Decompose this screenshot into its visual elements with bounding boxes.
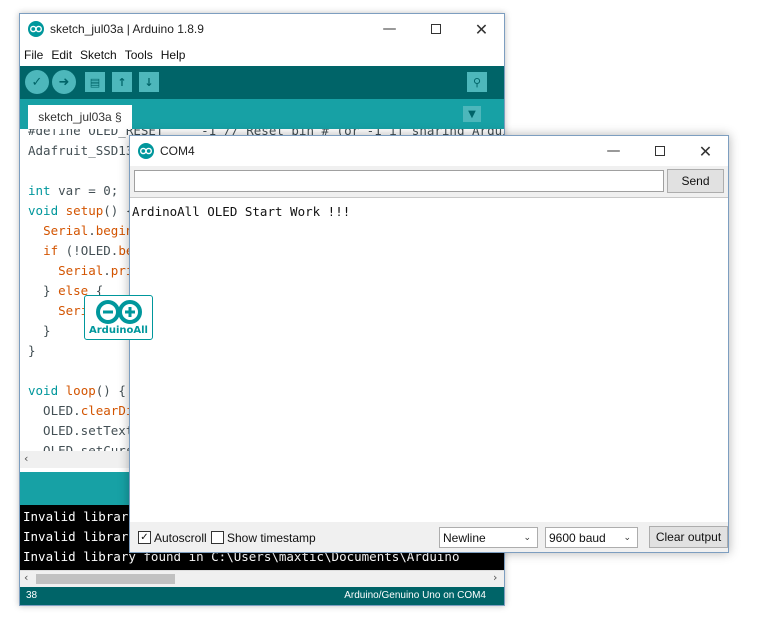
code-token: () {	[95, 383, 126, 398]
minimize-button[interactable]: —	[367, 14, 412, 44]
autoscroll-label: Autoscroll	[154, 531, 207, 545]
maximize-icon	[430, 24, 441, 34]
open-button[interactable]: ↑	[112, 72, 132, 92]
code-line: void setup() {	[28, 203, 133, 218]
console-horizontal-scrollbar[interactable]: ‹ ›	[20, 570, 504, 587]
code-token: OLED.	[28, 403, 81, 418]
menu-help[interactable]: Help	[157, 48, 190, 62]
new-icon: ▤	[89, 75, 101, 89]
ide-title-bar[interactable]: sketch_jul03a | Arduino 1.8.9 — ✕	[20, 14, 504, 44]
menu-sketch[interactable]: Sketch	[76, 48, 121, 62]
minimize-button[interactable]: —	[591, 136, 636, 166]
menu-file[interactable]: File	[20, 48, 47, 62]
code-token: .	[103, 263, 111, 278]
menu-bar: File Edit Sketch Tools Help	[20, 44, 504, 66]
verify-icon: ✓	[31, 74, 43, 90]
upload-button[interactable]: ➜	[52, 70, 76, 94]
serial-monitor-button[interactable]: ⚲	[467, 72, 487, 92]
upload-icon: ➜	[58, 74, 70, 90]
maximize-button[interactable]	[637, 136, 682, 166]
code-token: }	[28, 283, 59, 298]
show-timestamp-label: Show timestamp	[227, 531, 316, 545]
menu-edit[interactable]: Edit	[47, 48, 76, 62]
scroll-left-icon[interactable]: ‹	[24, 571, 28, 584]
code-line: int var = 0;	[28, 183, 118, 198]
serial-monitor-icon: ⚲	[472, 75, 482, 89]
code-line: Serial.begin	[28, 223, 133, 238]
arduino-infinity-icon	[96, 300, 142, 324]
autoscroll-checkbox[interactable]: ✓	[138, 531, 151, 544]
status-line-number: 38	[26, 590, 38, 601]
ide-window-title: sketch_jul03a | Arduino 1.8.9	[50, 22, 204, 36]
menu-tools[interactable]: Tools	[121, 48, 157, 62]
minimize-icon: —	[382, 21, 397, 37]
serial-output-line: ArdinoAll OLED Start Work !!!	[132, 204, 351, 219]
serial-output[interactable]: ArdinoAll OLED Start Work !!!	[130, 197, 728, 522]
line-ending-value: Newline	[443, 530, 486, 545]
minimize-icon: —	[606, 143, 621, 159]
scroll-left-icon[interactable]: ‹	[24, 452, 28, 465]
code-token: Serial	[43, 223, 89, 238]
arduinoall-logo: ArduinoAll	[84, 295, 153, 340]
scroll-right-icon[interactable]: ›	[493, 571, 497, 584]
maximize-button[interactable]	[413, 14, 458, 44]
baud-rate-value: 9600 baud	[549, 530, 606, 545]
serial-monitor-window: COM4 — ✕ Send ArdinoAll OLED Start Work …	[129, 135, 729, 553]
maximize-icon	[654, 146, 665, 156]
code-token: if	[43, 243, 59, 258]
scrollbar-thumb[interactable]	[36, 574, 175, 584]
new-button[interactable]: ▤	[85, 72, 105, 92]
arduino-logo-icon	[28, 21, 44, 37]
close-icon: ✕	[698, 141, 713, 161]
code-token: .	[88, 223, 96, 238]
serial-input[interactable]	[134, 170, 664, 192]
clear-output-button[interactable]: Clear output	[649, 526, 728, 548]
save-button[interactable]: ↓	[139, 72, 159, 92]
chevron-down-icon: ⌄	[523, 532, 531, 542]
code-token: var = 0;	[50, 183, 119, 198]
line-ending-select[interactable]: Newline ⌄	[439, 527, 538, 548]
close-button[interactable]: ✕	[459, 14, 504, 44]
save-icon: ↓	[144, 75, 154, 89]
send-button[interactable]: Send	[667, 169, 724, 193]
code-token: int	[28, 183, 51, 198]
code-token: loop	[65, 383, 96, 398]
baud-rate-select[interactable]: 9600 baud ⌄	[545, 527, 638, 548]
code-token: setup	[65, 203, 104, 218]
open-icon: ↑	[117, 75, 127, 89]
code-token: void	[28, 383, 59, 398]
code-token: begin	[95, 223, 134, 238]
serial-window-title: COM4	[160, 144, 195, 158]
show-timestamp-checkbox[interactable]	[211, 531, 224, 544]
tab-sketch[interactable]: sketch_jul03a §	[28, 105, 132, 129]
tab-menu-icon: ▼	[468, 108, 476, 120]
code-token: void	[28, 203, 59, 218]
close-icon: ✕	[474, 19, 489, 39]
arduino-logo-icon	[138, 143, 154, 159]
serial-footer: ✓ Autoscroll Show timestamp Newline ⌄ 96…	[130, 522, 728, 552]
tab-menu-button[interactable]: ▼	[463, 106, 481, 122]
code-line: }	[28, 343, 36, 358]
close-button[interactable]: ✕	[683, 136, 728, 166]
ide-status-bar: 38 Arduino/Genuino Uno on COM4	[20, 587, 504, 605]
chevron-down-icon: ⌄	[623, 532, 631, 542]
status-board: Arduino/Genuino Uno on COM4	[344, 590, 486, 601]
code-token: (!OLED.	[58, 243, 119, 258]
logo-text: ArduinoAll	[89, 325, 148, 336]
code-token: Serial	[58, 263, 104, 278]
code-line: void loop() {	[28, 383, 126, 398]
ide-toolbar: ✓ ➜ ▤ ↑ ↓ ⚲	[20, 66, 504, 99]
code-line: }	[28, 323, 51, 338]
serial-title-bar[interactable]: COM4 — ✕	[130, 136, 728, 166]
verify-button[interactable]: ✓	[25, 70, 49, 94]
